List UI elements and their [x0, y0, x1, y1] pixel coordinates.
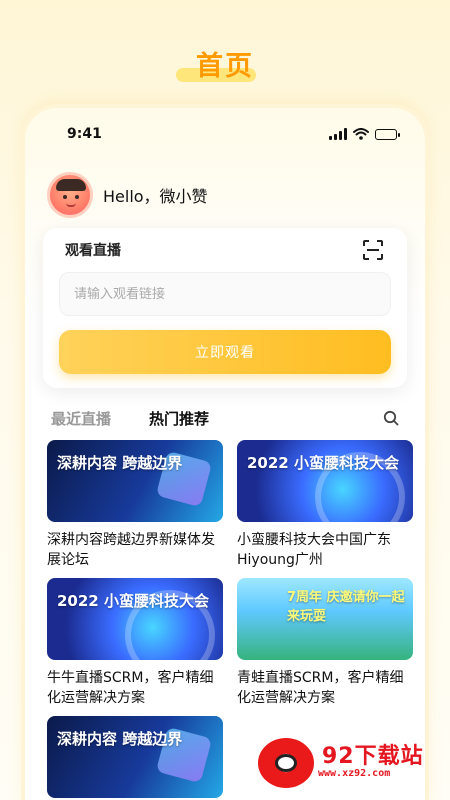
thumbnail-text: 7周年 庆邀请你一起来玩耍: [287, 590, 405, 624]
watermark-name: 92下载站: [322, 744, 424, 769]
tab-recent-live[interactable]: 最近直播: [51, 408, 111, 429]
live-title: 深耕内容跨越边界新媒体发展论坛: [47, 532, 215, 568]
live-thumbnail: 2022 小蛮腰科技大会: [237, 440, 413, 522]
greeting-row: Hello，微小赞: [47, 172, 208, 218]
live-title: 青蛙直播SCRM，客户精细化运营解决方案: [237, 670, 404, 706]
page-heading: 首页: [0, 44, 450, 83]
live-thumbnail: 深耕内容 跨越边界: [47, 716, 223, 798]
greeting-text: Hello，微小赞: [103, 187, 208, 206]
live-thumbnail: 深耕内容 跨越边界: [47, 440, 223, 522]
wifi-icon: [353, 128, 369, 140]
live-title: 小蛮腰科技大会中国广东Hiyoung广州: [237, 532, 391, 568]
watch-now-button[interactable]: 立即观看: [59, 330, 391, 374]
search-icon[interactable]: [383, 410, 399, 426]
live-card[interactable]: 2022 小蛮腰科技大会 小蛮腰科技大会中国广东Hiyoung广州: [237, 440, 413, 570]
watch-link-input[interactable]: [59, 272, 391, 316]
tab-hot-recommend[interactable]: 热门推荐: [149, 408, 213, 429]
live-thumbnail: 2022 小蛮腰科技大会: [47, 578, 223, 660]
thumbnail-text: 2022 小蛮腰科技大会: [57, 592, 209, 610]
phone-frame: 9:41 Hello，微小赞 观看直播 请输入观看链接 立即观看 最近直播 热门…: [25, 108, 425, 800]
page-title: 首页: [196, 51, 254, 82]
status-bar: 9:41: [25, 124, 425, 146]
status-icons: [329, 128, 400, 140]
live-card[interactable]: 深耕内容 跨越边界 深耕内容跨越边界新媒体发展论坛: [47, 440, 223, 570]
watch-live-title: 观看直播: [65, 243, 121, 259]
live-title: 牛牛直播SCRM，客户精细化运营解决方案: [47, 670, 214, 706]
thumbnail-text: 2022 小蛮腰科技大会: [247, 454, 399, 472]
watermark-url: www.xz92.com: [318, 768, 391, 779]
watermark-logo-icon: [258, 738, 314, 788]
live-card[interactable]: 深耕内容 跨越边界: [47, 716, 223, 798]
battery-icon: [375, 129, 400, 140]
live-card[interactable]: 2022 小蛮腰科技大会 牛牛直播SCRM，客户精细化运营解决方案: [47, 578, 223, 708]
thumbnail-text: 深耕内容 跨越边界: [57, 730, 183, 748]
watch-live-card: 观看直播 立即观看: [43, 228, 407, 388]
tab-hot-label: 热门推荐: [149, 410, 210, 428]
cellular-signal-icon: [329, 128, 347, 140]
thumbnail-text: 深耕内容 跨越边界: [57, 454, 183, 472]
avatar[interactable]: [47, 172, 93, 218]
scan-icon[interactable]: [363, 240, 383, 260]
live-card[interactable]: 7周年 庆邀请你一起来玩耍 青蛙直播SCRM，客户精细化运营解决方案: [237, 578, 413, 708]
tab-bar: 最近直播 热门推荐: [51, 408, 399, 434]
status-time: 9:41: [67, 126, 102, 142]
live-thumbnail: 7周年 庆邀请你一起来玩耍: [237, 578, 413, 660]
site-watermark: 92下载站 www.xz92.com: [252, 730, 450, 794]
